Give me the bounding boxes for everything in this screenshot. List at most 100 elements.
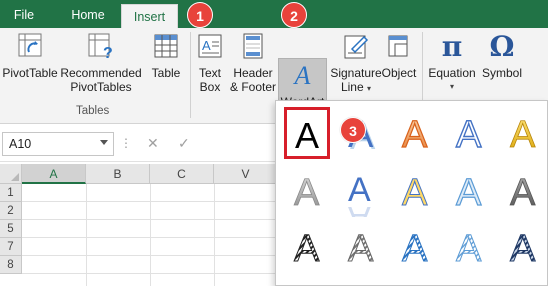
table-button[interactable]: Table xyxy=(146,32,186,80)
recommended-pivottables-button[interactable]: ? Recommended PivotTables xyxy=(60,32,142,94)
recommended-label-2: PivotTables xyxy=(70,80,132,94)
wordart-light-blue-icon: A xyxy=(455,171,482,214)
wordart-gray-pattern-icon: A xyxy=(348,228,375,271)
table-label: Table xyxy=(151,66,181,80)
wordart-style-dark-gray-gradient[interactable]: A xyxy=(500,167,546,219)
object-label: Object xyxy=(381,66,417,80)
symbol-label: Symbol xyxy=(481,66,522,80)
header-footer-label-2: & Footer xyxy=(229,80,277,94)
wordart-style-navy-pattern[interactable]: A xyxy=(500,223,546,275)
column-header-b[interactable]: B xyxy=(86,164,150,184)
wordart-style-gray-pattern[interactable]: A xyxy=(338,223,384,275)
tables-group-label: Tables xyxy=(76,105,110,117)
svg-text:A: A xyxy=(348,199,371,217)
column-header-v[interactable]: V xyxy=(214,164,278,184)
pivottable-label: PivotTable xyxy=(2,66,58,80)
signature-line-icon xyxy=(344,35,369,59)
tab-home[interactable]: Home xyxy=(60,0,116,28)
wordart-gallery: A A A A A A A A A A A A A A xyxy=(275,100,548,286)
svg-text:A: A xyxy=(456,228,482,270)
wordart-dark-gray-icon: A xyxy=(510,172,537,215)
textbox-label-2: Box xyxy=(199,80,221,94)
wordart-style-blue-pattern[interactable]: A xyxy=(392,223,438,275)
wordart-icon: A xyxy=(294,61,311,90)
name-box-value: A10 xyxy=(9,137,32,151)
wordart-style-light-blue-pattern[interactable]: A xyxy=(446,223,492,275)
signature-label-2-text: Line xyxy=(340,80,364,94)
wordart-style-blue-reflection[interactable]: A A xyxy=(338,167,384,237)
wordart-style-yellow-outline[interactable]: A xyxy=(392,167,438,219)
row-header-7[interactable]: 7 xyxy=(0,238,22,256)
wordart-black-pattern-icon: A xyxy=(294,228,321,271)
wordart-style-black-fill-plain[interactable]: A xyxy=(284,107,330,159)
svg-text:A: A xyxy=(402,172,428,214)
ribbon-separator xyxy=(190,32,191,118)
column-header-c[interactable]: C xyxy=(150,164,214,184)
wordart-blue-outline-icon: A xyxy=(455,113,482,156)
column-header-a[interactable]: A xyxy=(22,164,86,184)
wordart-style-gray-gradient[interactable]: A xyxy=(284,167,330,219)
svg-text:A: A xyxy=(510,172,536,214)
select-all-triangle-icon xyxy=(11,173,19,181)
header-footer-button[interactable]: Header & Footer xyxy=(228,32,278,94)
wordart-light-blue-pattern-icon: A xyxy=(456,228,483,271)
wordart-style-orange-gradient-outline[interactable]: A xyxy=(392,109,438,161)
wordart-blue-pattern-icon: A xyxy=(402,228,429,271)
header-footer-label-1: Header xyxy=(233,66,273,80)
formula-bar-grip-icon[interactable]: ⋮ xyxy=(120,136,132,150)
equation-button[interactable]: π Equation ▾ xyxy=(426,32,478,94)
equation-label: Equation xyxy=(428,66,476,80)
svg-text:A: A xyxy=(402,228,428,270)
svg-text:A: A xyxy=(294,228,320,270)
grid-line xyxy=(86,184,87,286)
object-button[interactable]: Object xyxy=(380,32,418,80)
tab-file[interactable]: File xyxy=(4,0,44,28)
wordart-style-gold-gradient[interactable]: A xyxy=(500,109,546,161)
name-box-dropdown-icon[interactable] xyxy=(100,140,108,145)
wordart-gray-icon: A xyxy=(294,172,321,215)
svg-text:A: A xyxy=(456,114,482,156)
signature-label-1: Signature xyxy=(330,66,382,80)
wordart-style-light-blue-outline[interactable]: A xyxy=(446,167,492,219)
header-footer-icon xyxy=(243,33,263,59)
pivottable-icon xyxy=(18,33,42,57)
wordart-style-blue-outline-white[interactable]: A xyxy=(446,109,492,161)
textbox-button[interactable]: A Text Box xyxy=(194,32,226,94)
wordart-style-black-pattern[interactable]: A xyxy=(284,223,330,275)
name-box[interactable]: A10 xyxy=(2,132,114,156)
textbox-label-1: Text xyxy=(198,66,221,80)
symbol-button[interactable]: Ω Symbol xyxy=(480,30,524,81)
svg-text:A: A xyxy=(510,114,536,156)
wordart-glyph: A xyxy=(294,115,319,156)
symbol-icon: Ω xyxy=(489,30,515,63)
pivottable-button[interactable]: PivotTable xyxy=(2,32,58,80)
svg-text:A: A xyxy=(402,114,428,156)
wordart-orange-icon: A xyxy=(401,113,428,156)
select-all-button[interactable] xyxy=(0,164,22,184)
grid-line xyxy=(214,184,215,286)
step-badge-2: 2 xyxy=(281,2,307,28)
row-header-1[interactable]: 1 xyxy=(0,184,22,202)
enter-icon[interactable]: ✓ xyxy=(178,135,190,152)
cancel-icon[interactable]: ✕ xyxy=(147,135,159,152)
row-header-5[interactable]: 5 xyxy=(0,220,22,238)
wordart-gold-icon: A xyxy=(510,114,537,157)
wordart-reflection-icon: A A xyxy=(348,171,371,237)
svg-text:A: A xyxy=(348,228,374,270)
signature-dropdown-arrow-icon: ▾ xyxy=(367,84,372,93)
svg-text:A: A xyxy=(294,172,320,214)
recommended-pivottables-icon: ? xyxy=(88,33,113,62)
wordart-navy-pattern-icon: A xyxy=(510,228,537,271)
tab-insert[interactable]: Insert xyxy=(121,4,178,30)
step-badge-1: 1 xyxy=(187,2,213,28)
svg-text:?: ? xyxy=(103,45,113,62)
signature-label-2: Line ▾ xyxy=(330,80,382,96)
textbox-icon: A xyxy=(198,34,222,58)
row-header-2[interactable]: 2 xyxy=(0,202,22,220)
svg-text:A: A xyxy=(456,172,482,214)
row-header-8[interactable]: 8 xyxy=(0,256,22,274)
equation-dropdown-arrow-icon: ▾ xyxy=(449,82,454,91)
wordart-yellow-icon: A xyxy=(402,172,429,215)
svg-text:A: A xyxy=(202,38,211,53)
signature-line-button[interactable]: Signature Line ▾ xyxy=(330,32,382,96)
